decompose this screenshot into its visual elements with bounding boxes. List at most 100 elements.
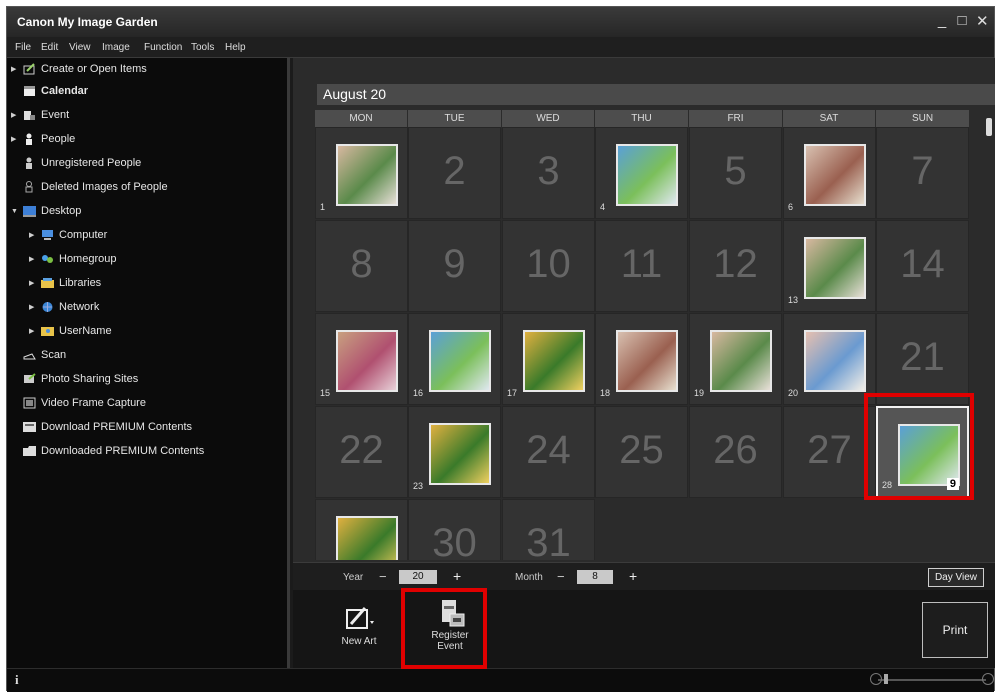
day-photo-thumbnail[interactable] [616,144,678,206]
sidebar-item-scan[interactable]: Scan [23,344,66,366]
sidebar-item-username[interactable]: ▶ UserName [29,320,112,342]
zoom-in-icon[interactable] [982,673,994,685]
sidebar-item-event[interactable]: ▶ Event [11,104,69,126]
expand-arrow-icon[interactable]: ▶ [29,327,41,335]
calendar-day-cell[interactable]: 19 [689,313,782,405]
day-view-button[interactable]: Day View [927,568,984,587]
sidebar-item-libraries[interactable]: ▶ Libraries [29,272,101,294]
sidebar-item-downloaded-premium-contents[interactable]: Downloaded PREMIUM Contents [23,440,204,462]
calendar-day-cell[interactable]: 18 [595,313,688,405]
month-increment-button[interactable]: + [629,568,637,584]
zoom-slider[interactable] [870,673,994,685]
year-value-field[interactable]: 20 [399,570,437,584]
expand-arrow-icon[interactable]: ▶ [11,65,23,73]
menu-help[interactable]: Help [225,42,246,53]
calendar-day-cell[interactable]: 23 [408,406,501,498]
zoom-slider-handle[interactable] [884,674,888,684]
status-bar: i [7,668,994,692]
collapse-arrow-icon[interactable]: ▼ [11,208,23,215]
menu-view[interactable]: View [69,42,91,53]
sidebar-item-network[interactable]: ▶ Network [29,296,99,318]
calendar-day-cell[interactable]: 22 [315,406,408,498]
calendar-day-cell[interactable]: 21 [876,313,969,405]
close-icon[interactable]: ✕ [976,12,989,30]
menu-image[interactable]: Image [102,42,130,53]
calendar-day-cell[interactable]: 14 [876,220,969,312]
calendar-day-cell[interactable]: 16 [408,313,501,405]
calendar-day-cell[interactable]: 11 [595,220,688,312]
sidebar-item-download-premium-contents[interactable]: Download PREMIUM Contents [23,416,192,438]
menu-function[interactable]: Function [144,42,182,53]
day-photo-thumbnail[interactable] [804,330,866,392]
menu-file[interactable]: File [15,42,31,53]
sidebar-item-create-or-open-items[interactable]: ▶ Create or Open Items [11,58,147,80]
calendar-day-cell[interactable]: 28 9 [876,406,969,498]
calendar-day-cell[interactable]: 6 [783,127,876,219]
calendar-day-cell[interactable]: 17 [502,313,595,405]
sidebar-item-photo-sharing-sites[interactable]: Photo Sharing Sites [23,368,138,390]
maximize-icon[interactable]: □ [956,12,968,30]
day-photo-thumbnail[interactable] [710,330,772,392]
calendar-day-cell[interactable]: 2 [408,127,501,219]
calendar-day-cell[interactable]: 27 [783,406,876,498]
calendar-day-cell[interactable]: 15 [315,313,408,405]
day-photo-thumbnail[interactable] [804,237,866,299]
calendar-day-cell[interactable]: 29 [315,499,408,560]
day-photo-thumbnail[interactable] [336,144,398,206]
sidebar-item-video-frame-capture[interactable]: Video Frame Capture [23,392,146,414]
day-photo-thumbnail[interactable] [429,423,491,485]
day-photo-thumbnail[interactable] [804,144,866,206]
calendar-day-cell[interactable]: 31 [502,499,595,560]
month-decrement-button[interactable]: − [557,569,565,584]
sidebar-item-homegroup[interactable]: ▶ Homegroup [29,248,116,270]
expand-arrow-icon[interactable]: ▶ [29,255,41,263]
calendar-day-cell[interactable]: 26 [689,406,782,498]
expand-arrow-icon[interactable]: ▶ [11,111,23,119]
calendar-day-cell[interactable]: 1 [315,127,408,219]
sidebar-item-computer[interactable]: ▶ Computer [29,224,107,246]
calendar-day-cell[interactable]: 5 [689,127,782,219]
print-button[interactable]: Print [922,602,988,658]
sidebar-item-label: Downloaded PREMIUM Contents [41,445,205,457]
calendar-day-cell[interactable]: 9 [408,220,501,312]
month-value-field[interactable]: 8 [577,570,613,584]
register-event-button[interactable]: Register Event [415,598,485,652]
day-photo-thumbnail[interactable] [898,424,960,486]
expand-arrow-icon[interactable]: ▶ [29,279,41,287]
calendar-day-cell[interactable]: 24 [502,406,595,498]
day-photo-thumbnail[interactable] [336,330,398,392]
calendar-day-cell[interactable]: 4 [595,127,688,219]
calendar-day-cell[interactable]: 13 [783,220,876,312]
info-icon[interactable]: i [15,672,19,688]
expand-arrow-icon[interactable]: ▶ [11,135,23,143]
sidebar-item-label: Scan [41,349,67,361]
calendar-day-cell[interactable]: 3 [502,127,595,219]
expand-arrow-icon[interactable]: ▶ [29,231,41,239]
sidebar-item-calendar[interactable]: Calendar [23,80,88,102]
minimize-icon[interactable]: _ [936,12,948,30]
calendar-day-cell[interactable]: 20 [783,313,876,405]
calendar-day-cell[interactable]: 30 [408,499,501,560]
sidebar-item-desktop[interactable]: ▼ Desktop [11,200,81,222]
sidebar-item-deleted-images-of-people[interactable]: Deleted Images of People [23,176,168,198]
new-art-button[interactable]: New Art [329,604,389,647]
day-photo-thumbnail[interactable] [523,330,585,392]
calendar-day-cell[interactable]: 10 [502,220,595,312]
menu-tools[interactable]: Tools [191,42,214,53]
vertical-scrollbar[interactable] [986,118,992,136]
expand-arrow-icon[interactable]: ▶ [29,303,41,311]
sidebar-item-unregistered-people[interactable]: Unregistered People [23,152,141,174]
day-photo-thumbnail[interactable] [616,330,678,392]
zoom-out-icon[interactable] [870,673,882,685]
day-photo-thumbnail[interactable] [429,330,491,392]
day-photo-thumbnail[interactable] [336,516,398,560]
year-increment-button[interactable]: + [453,568,461,584]
year-decrement-button[interactable]: − [379,569,387,584]
day-number: 27 [807,428,852,472]
calendar-day-cell[interactable]: 12 [689,220,782,312]
calendar-day-cell[interactable]: 25 [595,406,688,498]
sidebar-item-people[interactable]: ▶ People [11,128,75,150]
calendar-day-cell[interactable]: 8 [315,220,408,312]
menu-edit[interactable]: Edit [41,42,58,53]
calendar-day-cell[interactable]: 7 [876,127,969,219]
